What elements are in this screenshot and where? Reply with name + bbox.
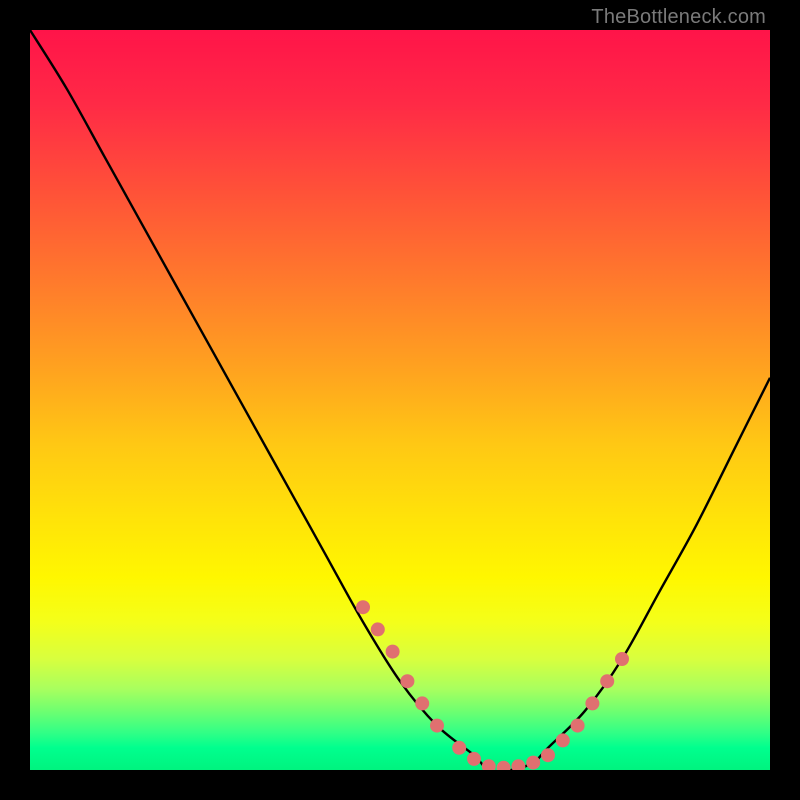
highlight-point [600,674,614,688]
highlight-point [356,600,370,614]
chart-plot-area [30,30,770,770]
highlight-point [615,652,629,666]
highlight-point [371,622,385,636]
highlight-points [356,600,629,770]
bottleneck-curve [30,30,770,770]
highlight-point [541,748,555,762]
highlight-point [571,719,585,733]
highlight-point [526,756,540,770]
highlight-point [386,645,400,659]
highlight-point [585,696,599,710]
chart-svg [30,30,770,770]
highlight-point [482,759,496,770]
highlight-point [467,752,481,766]
watermark-text: TheBottleneck.com [591,6,766,29]
highlight-point [430,719,444,733]
chart-frame: TheBottleneck.com [0,0,800,800]
highlight-point [497,761,511,770]
highlight-point [511,759,525,770]
highlight-point [452,741,466,755]
highlight-point [556,733,570,747]
highlight-point [415,696,429,710]
highlight-point [400,674,414,688]
